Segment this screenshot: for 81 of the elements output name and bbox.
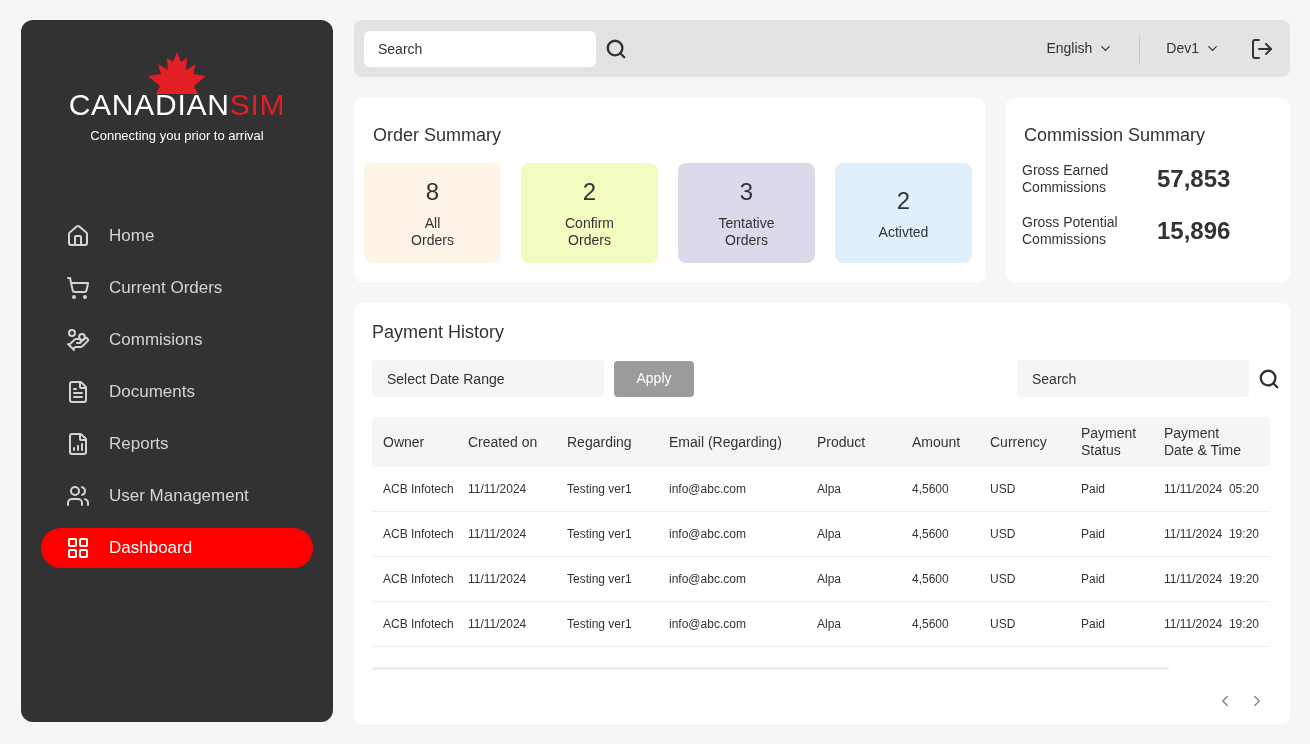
column-header: Product — [817, 433, 867, 451]
commission-value: 15,896 — [1157, 216, 1231, 246]
table-cell-text: ACB Infotech — [383, 571, 455, 588]
table-cell-text: info@abc.com — [669, 526, 747, 543]
home-icon — [66, 223, 90, 248]
column-header: Created on — [468, 433, 539, 451]
sidebar-item[interactable]: Documents — [41, 371, 313, 412]
table-cell-text: 4,5600 — [912, 526, 950, 543]
user-dropdown[interactable]: Dev1 — [1166, 38, 1220, 59]
search-icon[interactable] — [605, 37, 627, 60]
users-icon — [66, 483, 90, 508]
table-cell-text: ACB Infotech — [383, 526, 455, 543]
table-cell-text: 11/11/2024 19:20 — [1164, 526, 1260, 543]
card-title: Commission Summary — [1024, 124, 1207, 147]
column-header: Amount — [912, 433, 962, 451]
column-header: Payment Status — [1081, 425, 1138, 459]
table-cell-text: USD — [990, 481, 1017, 498]
column-header: Owner — [383, 433, 426, 451]
sidebar-item[interactable]: Home — [41, 215, 313, 256]
commission-label: Gross Potential Commissions — [1022, 214, 1119, 248]
table-cell-text: Testing ver1 — [567, 526, 633, 543]
date-range-field[interactable]: Select Date Range — [372, 360, 604, 397]
sidebar-item[interactable]: Current Orders — [41, 267, 313, 308]
column-header: Regarding — [567, 433, 633, 451]
commission-value: 57,853 — [1157, 164, 1231, 194]
table-cell-text: 11/11/2024 05:20 — [1164, 481, 1260, 498]
sidebar-item[interactable]: Dashboard — [41, 527, 313, 568]
card-title: Payment History — [372, 321, 506, 344]
commission-label: Gross Earned Commissions — [1022, 162, 1110, 196]
table-cell-text: info@abc.com — [669, 571, 747, 588]
table-cell-text: Alpa — [817, 481, 843, 498]
card-title: Order Summary — [373, 124, 503, 147]
table-cell-text: 4,5600 — [912, 481, 950, 498]
sidebar-item[interactable]: User Management — [41, 475, 313, 516]
order-count-tile[interactable]: 8 All Orders — [364, 163, 501, 263]
order-count-tile[interactable]: 2 Activted — [835, 163, 972, 263]
hand-coin-icon — [66, 327, 90, 352]
table-cell-text: 11/11/2024 — [468, 526, 528, 543]
table-cell-text: Paid — [1081, 571, 1107, 588]
table-cell-text: 4,5600 — [912, 571, 950, 588]
report-icon — [66, 431, 90, 456]
table-cell-text: ACB Infotech — [383, 481, 455, 498]
search-field[interactable]: Search — [364, 30, 596, 67]
table-search-field[interactable]: Search — [1017, 360, 1249, 397]
table-cell-text: USD — [990, 526, 1017, 543]
table-cell-text: Alpa — [817, 616, 843, 633]
order-count-tile[interactable]: 2 Confirm Orders — [521, 163, 658, 263]
table-cell-text: Alpa — [817, 571, 843, 588]
table-cell-text: Testing ver1 — [567, 616, 633, 633]
table-cell-text: Paid — [1081, 526, 1107, 543]
sidebar-item[interactable]: Reports — [41, 423, 313, 464]
logout-icon[interactable] — [1250, 36, 1274, 61]
table-cell-text: USD — [990, 571, 1017, 588]
order-count-tile[interactable]: 3 Tentative Orders — [678, 163, 815, 263]
column-header: Currency — [990, 433, 1048, 451]
logo-tagline: Connecting you prior to arrival — [90, 127, 264, 145]
table-cell-text: 11/11/2024 — [468, 616, 528, 633]
table-cell-text: USD — [990, 616, 1017, 633]
cart-icon — [66, 275, 90, 300]
table-cell-text: 11/11/2024 — [468, 571, 528, 588]
maple-leaf-icon — [146, 52, 208, 94]
column-header: Payment Date & Time — [1164, 425, 1243, 459]
document-icon — [66, 379, 90, 404]
sidebar-item[interactable]: Commisions — [41, 319, 313, 360]
table-cell-text: Paid — [1081, 481, 1107, 498]
grid-icon — [66, 535, 90, 560]
search-icon[interactable] — [1258, 367, 1280, 390]
table-cell-text: ACB Infotech — [383, 616, 455, 633]
table-cell-text: Testing ver1 — [567, 481, 633, 498]
table-cell-text: 4,5600 — [912, 616, 950, 633]
table-cell-text: Testing ver1 — [567, 571, 633, 588]
column-header: Email (Regarding) — [669, 433, 783, 451]
logo-wordmark: CANADIANSIM — [68, 90, 286, 120]
table-cell-text: 11/11/2024 19:20 — [1164, 571, 1260, 588]
table-cell-text: Alpa — [817, 526, 843, 543]
table-cell-text: Paid — [1081, 616, 1107, 633]
table-cell-text: 11/11/2024 19:20 — [1164, 616, 1260, 633]
language-dropdown[interactable]: English — [1046, 38, 1114, 59]
table-cell-text: 11/11/2024 — [468, 481, 528, 498]
table-cell-text: info@abc.com — [669, 616, 747, 633]
table-cell-text: info@abc.com — [669, 481, 747, 498]
